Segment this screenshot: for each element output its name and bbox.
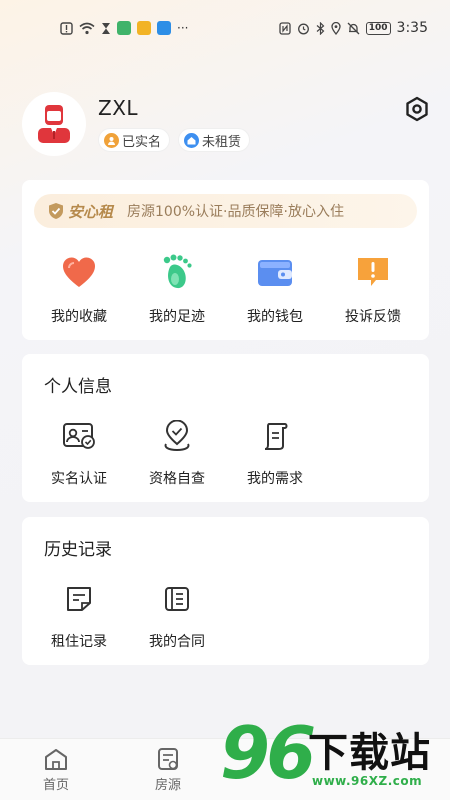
quick-actions-row: 我的收藏 我的足迹 我的钱包 投诉反馈: [22, 252, 429, 326]
personal-info-card: 个人信息 实名认证 资格自查 我的需求: [22, 354, 429, 502]
bluetooth-icon: [316, 21, 325, 35]
scroll-icon: [257, 418, 293, 454]
personal-info-row: 实名认证 资格自查 我的需求: [30, 418, 324, 488]
badge-verified-label: 已实名: [122, 134, 162, 150]
history-card: 历史记录 租住记录 我的合同: [22, 517, 429, 665]
battery-icon: 100: [365, 21, 391, 35]
tab-label-listings: 房源: [154, 778, 181, 793]
status-bar: ··· 100 3:35: [0, 0, 450, 56]
quick-item-complaint[interactable]: 投诉反馈: [324, 252, 422, 326]
mute-icon: [347, 22, 360, 35]
qualification-icon: [159, 418, 195, 454]
tab-label-home: 首页: [42, 778, 69, 793]
tool-item-needs[interactable]: 我的需求: [226, 418, 324, 488]
badge-verified[interactable]: 已实名: [98, 128, 171, 152]
username: ZXL: [98, 96, 139, 120]
tool-item-rent-record[interactable]: 租住记录: [30, 581, 128, 651]
quick-label-footprint: 我的足迹: [149, 309, 205, 325]
alarm-icon: [297, 22, 310, 35]
shield-check-icon: [49, 203, 63, 219]
status-right: 100 3:35: [279, 20, 428, 36]
user-avatar-icon: [38, 105, 70, 143]
quick-label-complaint: 投诉反馈: [345, 309, 401, 325]
app-blue-icon: [157, 21, 171, 35]
alert-icon: [60, 21, 73, 35]
contract-icon: [159, 581, 195, 617]
hourglass-icon: [101, 22, 111, 35]
house-badge-icon: [184, 132, 200, 148]
status-time: 3:35: [396, 20, 428, 36]
anxin-brand-label: 安心租: [68, 202, 114, 221]
status-left: ···: [60, 21, 188, 35]
quick-actions-card: 安心租 房源100%认证·品质保障·放心入住 我的收藏 我的足迹 我的钱包 投诉…: [22, 180, 429, 340]
record-icon: [61, 581, 97, 617]
tool-item-real-name[interactable]: 实名认证: [30, 418, 128, 488]
home-icon: [45, 749, 67, 770]
avatar[interactable]: [22, 92, 86, 156]
id-card-icon: [61, 418, 97, 454]
tool-item-qualification[interactable]: 资格自查: [128, 418, 226, 488]
tool-label-needs: 我的需求: [247, 471, 303, 487]
verified-user-icon: [104, 132, 119, 148]
watermark-url: www.96XZ.com: [312, 774, 423, 788]
section-title-personal: 个人信息: [44, 377, 112, 397]
quick-item-footprint[interactable]: 我的足迹: [128, 252, 226, 326]
more-dots-icon: ···: [177, 21, 189, 35]
badge-rent-label: 未租赁: [202, 134, 242, 150]
heart-icon: [59, 252, 99, 292]
anxin-slogan: 房源100%认证·品质保障·放心入住: [127, 204, 344, 220]
tab-home[interactable]: 首页: [0, 739, 112, 800]
watermark-digits: 96: [220, 711, 316, 795]
watermark-text: 下载站: [308, 730, 431, 776]
quick-label-wallet: 我的钱包: [247, 309, 303, 325]
tab-listings[interactable]: 房源: [112, 739, 224, 800]
listing-icon: [158, 748, 178, 770]
app-yellow-icon: [137, 21, 151, 35]
tool-item-contract[interactable]: 我的合同: [128, 581, 226, 651]
app-green-icon: [117, 21, 131, 35]
wifi-icon: [79, 22, 95, 35]
profile-header: ZXL 已实名 未租赁: [22, 92, 432, 162]
tool-label-real-name: 实名认证: [51, 471, 107, 487]
wallet-icon: [255, 252, 295, 292]
settings-hex-icon: [406, 96, 428, 122]
history-row: 租住记录 我的合同: [30, 581, 226, 651]
quick-item-wallet[interactable]: 我的钱包: [226, 252, 324, 326]
section-title-history: 历史记录: [44, 540, 112, 560]
tool-label-contract: 我的合同: [149, 634, 205, 650]
complaint-icon: [353, 252, 393, 292]
location-icon: [331, 21, 341, 35]
profile-badges: 已实名 未租赁: [98, 128, 251, 152]
quick-item-favorites[interactable]: 我的收藏: [30, 252, 128, 326]
watermark-logo: 96 下载站 www.96XZ.com: [220, 712, 450, 800]
settings-button[interactable]: [402, 94, 432, 124]
quick-label-favorites: 我的收藏: [51, 309, 107, 325]
tool-label-qualification: 资格自查: [149, 471, 205, 487]
profile-info: ZXL 已实名 未租赁: [98, 96, 251, 152]
nfc-icon: [279, 21, 291, 35]
tool-label-rent-record: 租住记录: [51, 634, 107, 650]
anxin-banner[interactable]: 安心租 房源100%认证·品质保障·放心入住: [34, 194, 417, 228]
badge-rent-status[interactable]: 未租赁: [178, 128, 251, 152]
anxin-brand: 安心租: [48, 201, 113, 222]
footprint-icon: [157, 252, 197, 292]
